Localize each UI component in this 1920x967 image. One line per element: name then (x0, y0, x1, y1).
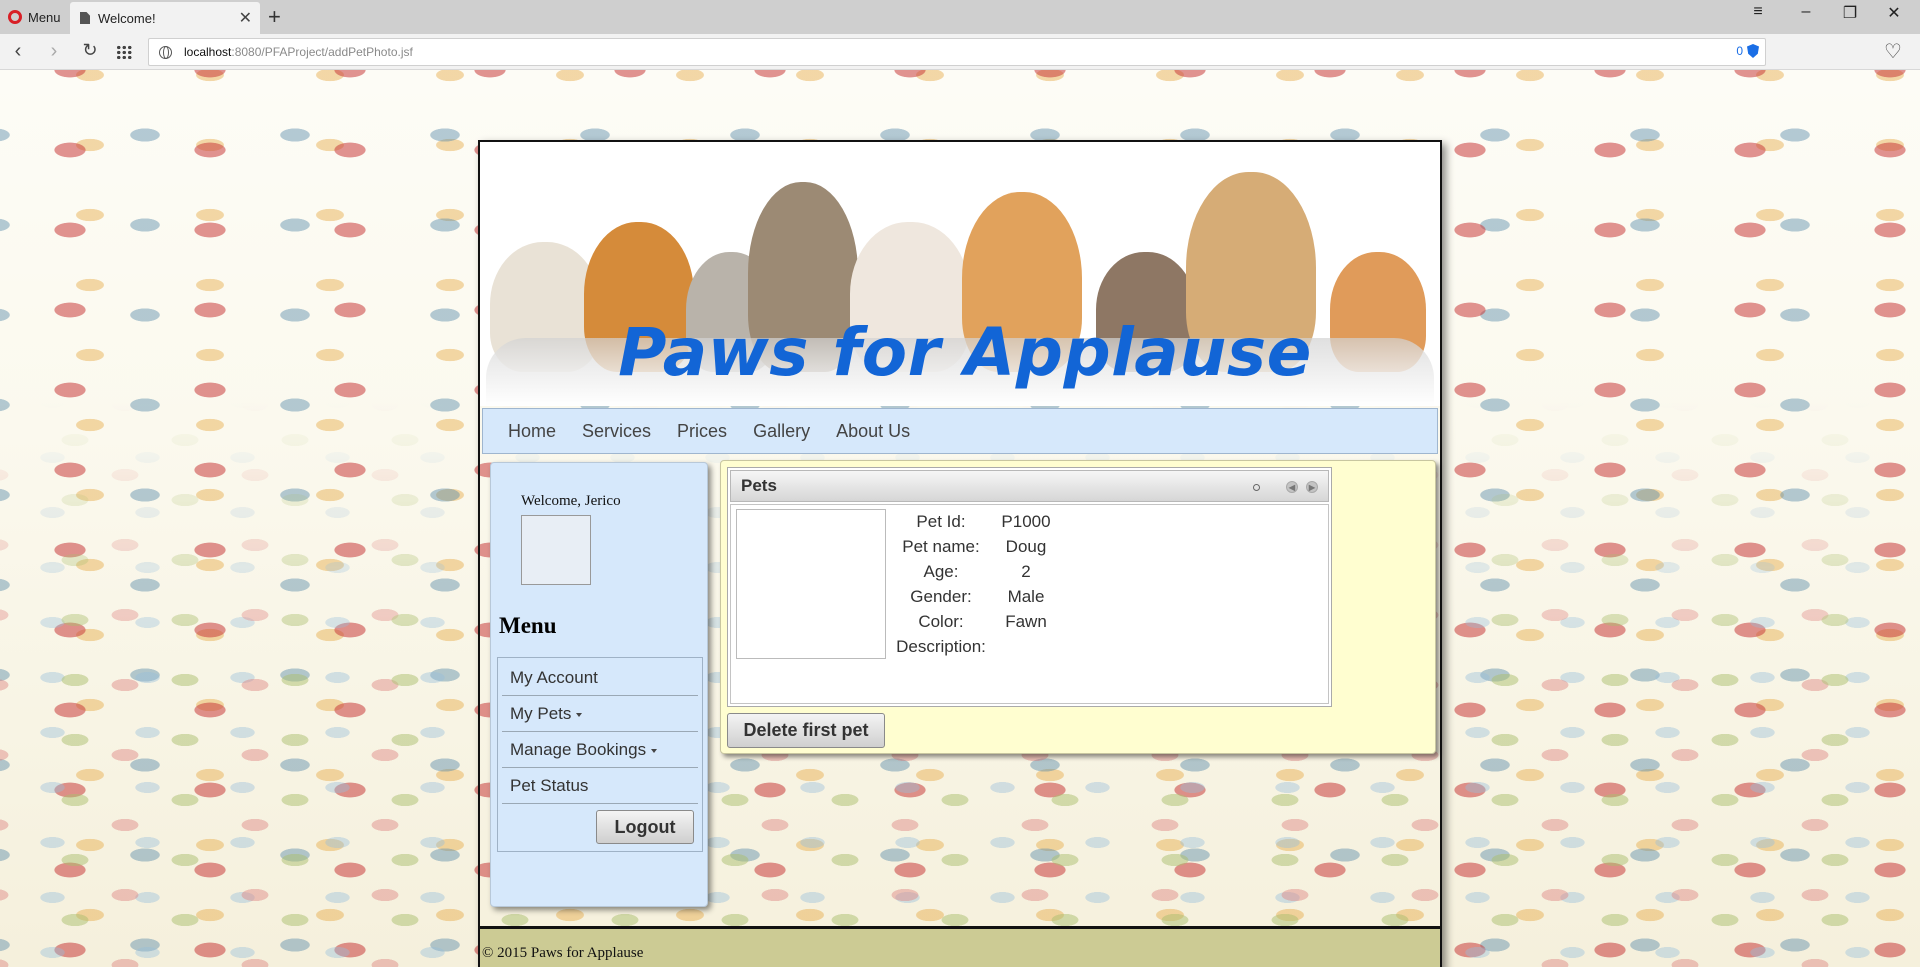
pet-name-value: Doug (1005, 537, 1047, 556)
globe-icon (159, 45, 172, 59)
adblock-indicator[interactable]: 0 (1736, 44, 1759, 58)
nav-services[interactable]: Services (582, 421, 651, 442)
minimize-icon[interactable]: – (1786, 3, 1826, 21)
menu-item-my-account[interactable]: My Account (502, 660, 698, 696)
main-navbar: Home Services Prices Gallery About Us (482, 408, 1438, 454)
menu-item-my-pets[interactable]: My Pets (502, 696, 698, 732)
pet-age-label: Age: (923, 562, 959, 581)
pet-id-value: P1000 (1001, 512, 1051, 531)
browser-addressbar: ‹ › ↻ localhost:8080/PFAProject/addPetPh… (0, 34, 1920, 70)
menu-item-label: My Pets (510, 703, 572, 723)
restore-icon[interactable]: ❐ (1830, 3, 1870, 23)
menu-heading: Menu (499, 613, 557, 638)
menu-item-manage-bookings[interactable]: Manage Bookings (502, 732, 698, 768)
sidebar-menu: My Account My Pets Manage Bookings Pet S… (497, 657, 703, 852)
content-area: Welcome, Jerico Menu My Account My Pets … (480, 458, 1440, 967)
page-background: Paws for Applause Home Services Prices G… (0, 70, 1920, 967)
forward-icon[interactable]: › (42, 40, 66, 63)
menu-item-label: My Account (510, 667, 598, 687)
opera-menu-label: Menu (28, 9, 61, 25)
next-arrow-icon[interactable]: ▶ (1306, 481, 1318, 493)
previous-arrow-icon[interactable]: ◀ (1286, 481, 1298, 493)
address-input[interactable]: localhost:8080/PFAProject/addPetPhoto.js… (148, 38, 1766, 66)
pet-detail-card: Pet Id: P1000 Pet name: Doug Age: 2 Gend… (730, 504, 1329, 704)
delete-first-pet-button[interactable]: Delete first pet (727, 713, 885, 748)
browser-titlebar: Menu Welcome! ✕ + ≡ – ❐ ✕ (0, 0, 1920, 34)
pets-panel: Pets ◀ ▶ Pet Id: P1000 Pet name: Doug Ag… (727, 467, 1332, 707)
caret-down-icon (576, 712, 583, 717)
pet-gender-value: Male (1007, 587, 1045, 606)
nav-gallery[interactable]: Gallery (753, 421, 810, 442)
pet-age-value: 2 (1021, 562, 1031, 581)
opera-menu-button[interactable]: Menu (0, 2, 70, 32)
menu-item-label: Manage Bookings (510, 739, 647, 759)
url-path: :8080/PFAProject/addPetPhoto.jsf (231, 45, 413, 59)
pet-gender-label: Gender: (910, 587, 972, 606)
speed-dial-icon[interactable] (116, 45, 132, 59)
site-footer: © 2015 Paws for Applause (480, 926, 1440, 967)
welcome-text: Welcome, Jerico (521, 493, 621, 509)
nav-prices[interactable]: Prices (677, 421, 727, 442)
pet-photo (736, 509, 886, 659)
pets-panel-controls: ◀ ▶ (1253, 481, 1318, 493)
nav-about-us[interactable]: About Us (836, 421, 910, 442)
pet-details: Pet Id: P1000 Pet name: Doug Age: 2 Gend… (891, 511, 1061, 657)
brand-title: Paws for Applause (618, 314, 1312, 391)
bookmark-heart-icon[interactable]: ♡ (1884, 39, 1902, 64)
opera-logo-icon (8, 10, 22, 24)
caret-down-icon (651, 748, 658, 753)
pets-panel-title: Pets (741, 476, 777, 495)
close-window-icon[interactable]: ✕ (1874, 3, 1914, 23)
avatar (521, 515, 591, 585)
menu-item-pet-status[interactable]: Pet Status (502, 768, 698, 804)
pet-description-label: Description: (896, 637, 986, 656)
new-tab-icon[interactable]: + (268, 4, 281, 30)
close-tab-icon[interactable]: ✕ (239, 8, 252, 28)
nav-home[interactable]: Home (508, 421, 556, 442)
browser-tab[interactable]: Welcome! ✕ (70, 2, 260, 34)
pet-color-value: Fawn (1005, 612, 1047, 631)
pet-color-label: Color: (918, 612, 964, 631)
document-icon (80, 12, 90, 24)
pets-panel-header: Pets ◀ ▶ (730, 470, 1329, 502)
pet-name-label: Pet name: (902, 537, 980, 556)
back-icon[interactable]: ‹ (6, 40, 30, 63)
footer-copyright: © 2015 Paws for Applause (482, 944, 644, 961)
tab-menu-icon[interactable]: ≡ (1738, 3, 1778, 21)
pet-description-value (991, 636, 1061, 657)
page-indicator-dot[interactable] (1253, 483, 1260, 491)
user-sidebar: Welcome, Jerico Menu My Account My Pets … (490, 462, 708, 907)
pet-id-label: Pet Id: (916, 512, 966, 531)
menu-item-label: Pet Status (510, 775, 589, 795)
shield-icon (1747, 44, 1759, 58)
tab-title: Welcome! (98, 10, 156, 26)
site-banner: Paws for Applause (480, 142, 1440, 406)
main-panel: Pets ◀ ▶ Pet Id: P1000 Pet name: Doug Ag… (720, 460, 1436, 754)
adblock-count: 0 (1736, 44, 1743, 58)
site-container: Paws for Applause Home Services Prices G… (478, 140, 1442, 967)
reload-icon[interactable]: ↻ (78, 40, 102, 61)
logout-button[interactable]: Logout (596, 810, 694, 844)
url-host: localhost (184, 45, 232, 59)
